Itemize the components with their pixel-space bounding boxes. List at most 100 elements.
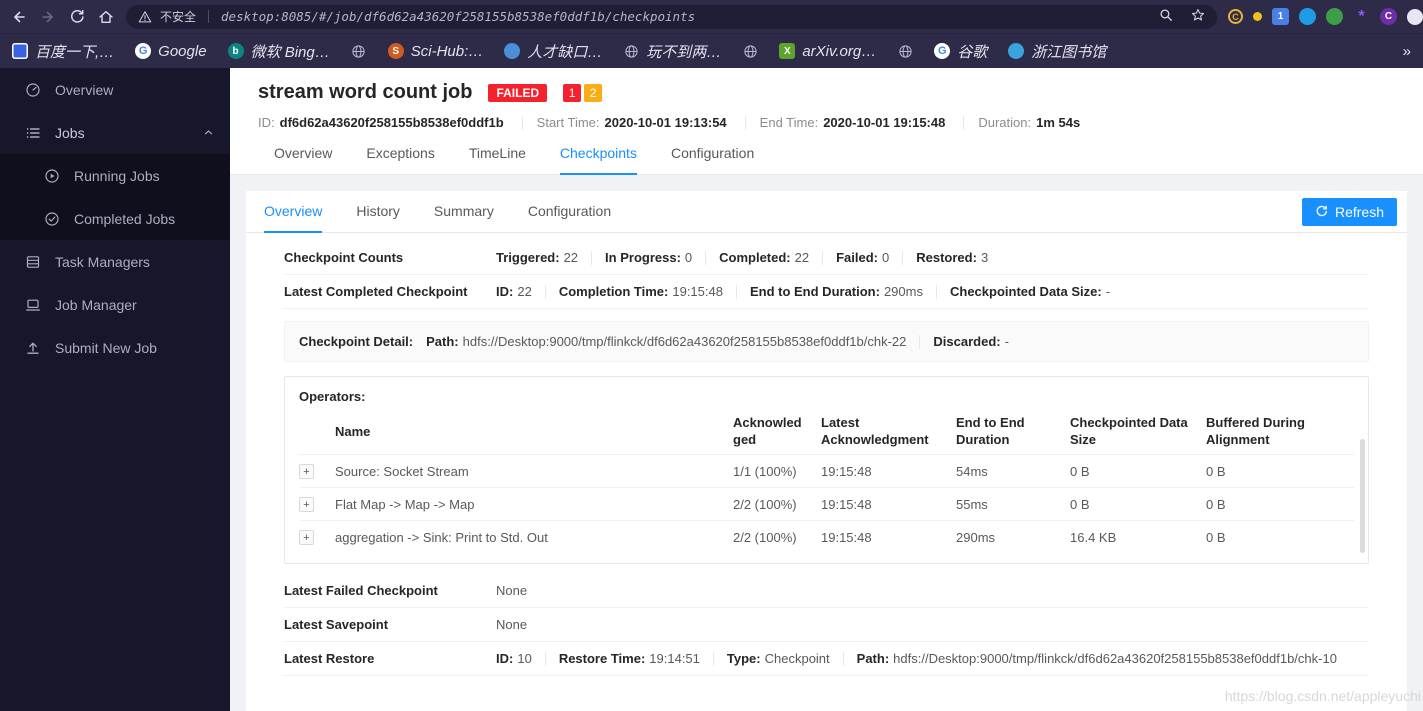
bookmark-untitled[interactable] [351, 43, 367, 59]
subtab-history[interactable]: History [356, 191, 400, 232]
bookmarks-overflow-icon[interactable]: » [1403, 43, 1411, 60]
forward-icon[interactable] [39, 8, 57, 26]
latest-completed-row: Latest Completed Checkpoint ID: 22 Comple… [284, 275, 1369, 309]
extension-c-icon[interactable]: C [1228, 9, 1243, 24]
sidebar-item-jobs[interactable]: Jobs [0, 111, 230, 154]
tab-exceptions[interactable]: Exceptions [366, 145, 434, 174]
separator [521, 115, 523, 130]
security-label: 不安全 [160, 10, 197, 24]
home-icon[interactable] [97, 8, 115, 26]
failed-count: Failed: 0 [836, 250, 890, 265]
bookmark-untitled[interactable] [897, 43, 913, 59]
extension-green-circle-icon[interactable] [1326, 8, 1343, 25]
bookmark-scihub[interactable]: S Sci-Hub:… [387, 43, 483, 60]
separator [712, 651, 714, 666]
separator [544, 284, 546, 299]
e2e-duration: End to End Duration: 290ms [749, 284, 923, 299]
operators-table-header: Name Acknowledged Latest Acknowledgment … [335, 415, 1305, 447]
checkpoint-path: Path: hdfs://Desktop:9000/tmp/flinkck/df6… [426, 334, 907, 349]
manager-icon [26, 299, 40, 311]
subtab-configuration[interactable]: Configuration [528, 191, 611, 232]
expand-button[interactable]: + [299, 530, 314, 546]
job-tabs: Overview Exceptions TimeLine Checkpoints… [274, 145, 1423, 175]
globe-icon [897, 43, 913, 59]
bookmark-zhejiang-library[interactable]: 浙江图书馆 [1008, 41, 1106, 62]
bookmark-baidu[interactable]: 百度一下,… [12, 41, 114, 62]
separator [705, 250, 707, 265]
checkpoint-counts-row: Checkpoint Counts Triggered: 22 In Progre… [284, 241, 1369, 275]
profile-avatar[interactable]: C [1380, 8, 1397, 25]
bookmark-arxiv[interactable]: X arXiv.org… [779, 43, 876, 60]
main-area: stream word count job FAILED 1 2 ID: df6d… [230, 68, 1423, 711]
bookmark-guge[interactable]: G 谷歌 [934, 41, 987, 62]
sidebar-item-job-manager[interactable]: Job Manager [0, 283, 230, 326]
operator-row: + Flat Map -> Map -> Map 2/2 (100%) 19:1… [299, 487, 1354, 520]
extension-blue-circle-icon[interactable] [1299, 8, 1316, 25]
subtab-summary[interactable]: Summary [434, 191, 494, 232]
globe-icon [742, 43, 758, 59]
checkpoint-rows: Checkpoint Counts Triggered: 22 In Progre… [246, 233, 1407, 676]
job-header: stream word count job FAILED 1 2 ID: df6d… [230, 68, 1423, 175]
separator [919, 334, 921, 349]
latest-restore-row: Latest Restore ID: 10 Restore Time: 19:14:… [284, 642, 1369, 676]
operators-panel: Operators: Name Acknowledged Latest Ackn… [284, 376, 1369, 564]
latest-failed-row: Latest Failed Checkpoint None [284, 574, 1369, 608]
bookmark-star-icon[interactable] [1191, 8, 1205, 25]
bookmarks-bar: 百度一下,… G Google b 微软 Bing… S Sci-Hub:… 人… [0, 33, 1423, 68]
google-icon: G [135, 43, 152, 59]
search-icon[interactable] [1159, 8, 1173, 25]
status-badge: FAILED [488, 83, 548, 102]
end-time: End Time: 2020-10-01 19:15:48 [759, 115, 946, 130]
page-title: stream word count job [258, 81, 473, 103]
expand-button[interactable]: + [299, 464, 314, 480]
sidebar-item-submit-new-job[interactable]: Submit New Job [0, 326, 230, 369]
tab-checkpoints[interactable]: Checkpoints [559, 145, 637, 175]
restore-path: Path: hdfs://Desktop:9000/tmp/flinkck/df6… [856, 651, 1337, 666]
sidebar-jobs-submenu: Running Jobs Completed Jobs [0, 154, 230, 240]
url-text[interactable]: desktop:8085/#/job/df6d62a43620f258155b8… [221, 9, 1141, 24]
checkpoints-subtab-bar: Overview History Summary Configuration R… [246, 191, 1407, 233]
warning-count-badge: 2 [584, 83, 603, 102]
separator [963, 115, 965, 130]
restored-count: Restored: 3 [916, 250, 989, 265]
operators-scrollbar[interactable] [1360, 439, 1365, 553]
bookmark-untitled[interactable] [742, 43, 758, 59]
tab-configuration[interactable]: Configuration [671, 145, 754, 174]
extension-blue-tile-icon[interactable]: 1 [1272, 8, 1289, 25]
refresh-button[interactable]: Refresh [1301, 197, 1397, 226]
bookmark-talent[interactable]: 人才缺口… [504, 41, 602, 62]
sidebar-item-task-managers[interactable]: Task Managers [0, 240, 230, 283]
scihub-icon: S [387, 43, 404, 59]
expand-button[interactable]: + [299, 497, 314, 513]
upload-icon [27, 342, 39, 354]
start-time: Start Time: 2020-10-01 19:13:54 [536, 115, 727, 130]
sidebar-item-running-jobs[interactable]: Running Jobs [0, 154, 230, 197]
separator [591, 250, 593, 265]
address-bar[interactable]: 不安全 desktop:8085/#/job/df6d62a43620f2581… [126, 4, 1217, 29]
restore-id: ID: 10 [496, 651, 532, 666]
pin-icon [504, 43, 521, 59]
completion-time: Completion Time: 19:15:48 [558, 284, 723, 299]
arxiv-icon: X [779, 43, 796, 59]
flink-dashboard: Overview Jobs Running Jobs Completed Job… [0, 68, 1423, 711]
browser-menu-icon[interactable] [1407, 8, 1423, 25]
dashboard-icon [26, 82, 40, 97]
separator [544, 651, 546, 666]
reload-icon[interactable] [68, 8, 86, 26]
tab-timeline[interactable]: TimeLine [469, 145, 526, 174]
bookmark-wanbudao[interactable]: 玩不到两… [623, 41, 721, 62]
bookmark-google[interactable]: G Google [135, 43, 207, 60]
extension-yellow-dot-icon[interactable] [1253, 12, 1262, 21]
tab-overview[interactable]: Overview [274, 145, 332, 174]
baidu-icon [12, 43, 28, 59]
play-circle-icon [45, 168, 59, 183]
back-icon[interactable] [10, 8, 28, 26]
duration: Duration: 1m 54s [978, 115, 1081, 130]
subtab-overview[interactable]: Overview [264, 191, 323, 233]
restore-time: Restore Time: 19:14:51 [558, 651, 700, 666]
sidebar-item-overview[interactable]: Overview [0, 68, 230, 111]
bookmark-bing[interactable]: b 微软 Bing… [227, 41, 330, 62]
sidebar-item-completed-jobs[interactable]: Completed Jobs [0, 197, 230, 240]
extension-flower-icon[interactable]: * [1353, 8, 1370, 25]
content-area: Overview History Summary Configuration R… [230, 175, 1423, 711]
